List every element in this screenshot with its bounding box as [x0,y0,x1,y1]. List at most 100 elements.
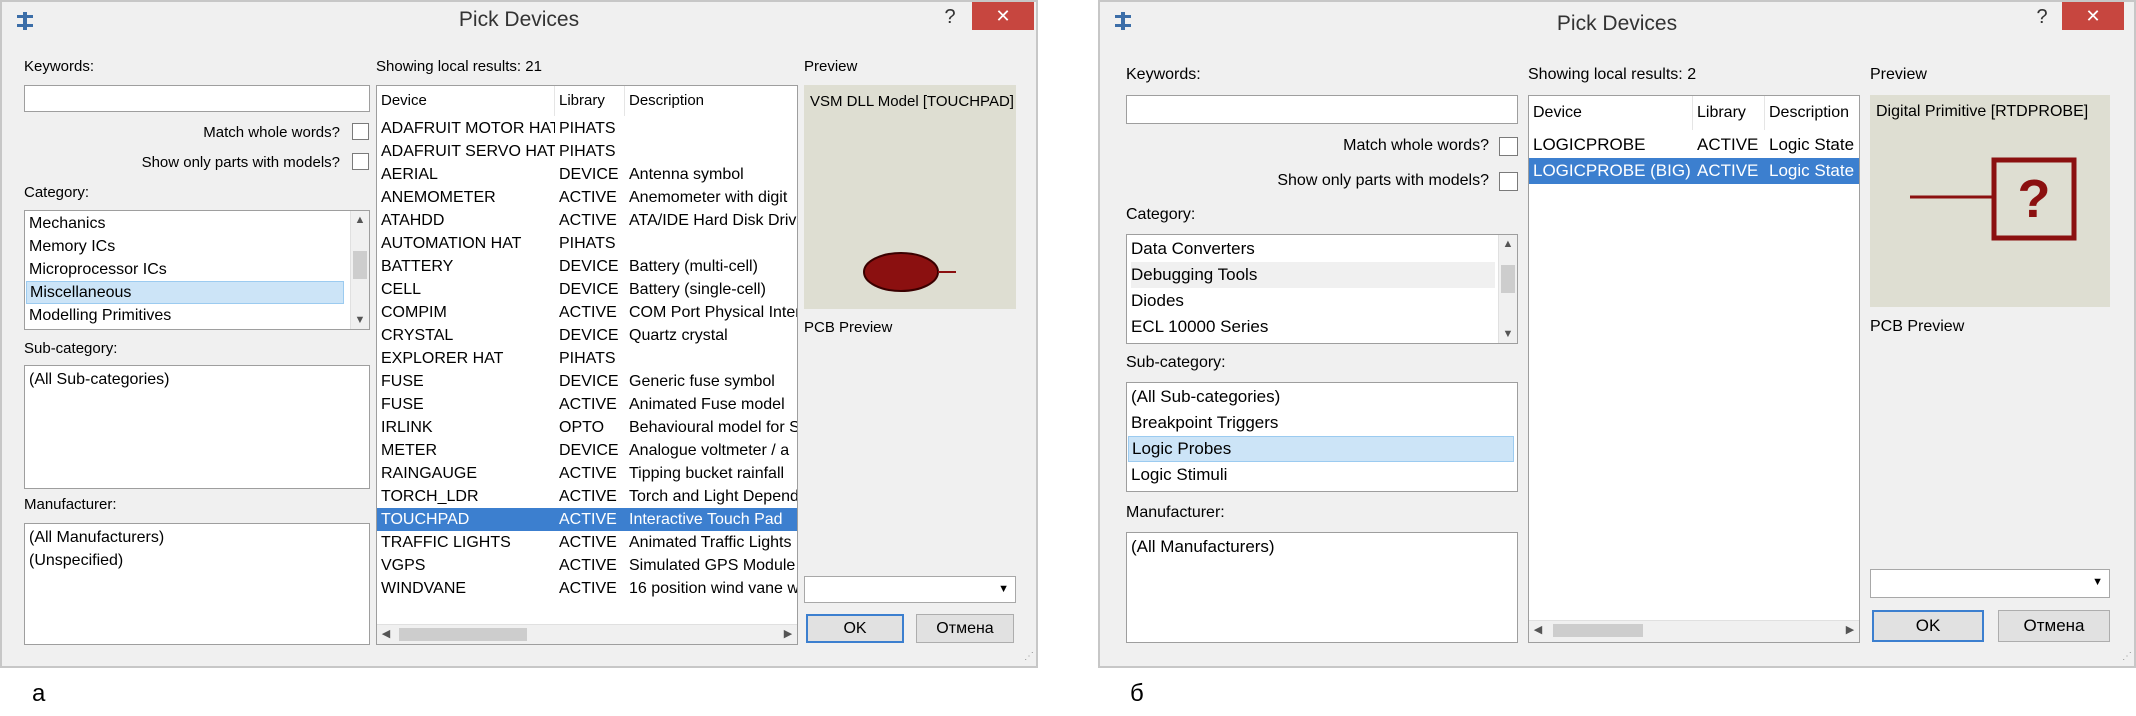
probe-question-mark: ? [2018,169,2051,229]
category-item[interactable]: Modelling Primitives [29,304,171,327]
cell-library: PIHATS [559,350,616,367]
device-results-table[interactable]: Device Library Description LOGICPROBE ACT… [1528,95,1860,643]
category-item[interactable]: Mechanics [29,212,105,235]
show-only-models-checkbox[interactable] [1499,172,1518,191]
subcategory-list[interactable]: (All Sub-categories) [24,365,370,489]
device-row[interactable]: VGPS ACTIVE Simulated GPS Module [377,554,797,577]
category-list[interactable]: Mechanics Memory ICs Microprocessor ICs … [24,210,370,330]
category-list[interactable]: Data Converters Debugging Tools Diodes E… [1126,234,1518,344]
subcategory-item[interactable]: Breakpoint Triggers [1131,410,1278,436]
subcategory-list[interactable]: (All Sub-categories) Breakpoint Triggers… [1126,382,1518,492]
scroll-left-icon[interactable]: ◀ [1529,621,1547,640]
category-item[interactable]: Debugging Tools [1131,262,1495,288]
category-item[interactable]: Microprocessor ICs [29,258,167,281]
device-row[interactable]: COMPIM ACTIVE COM Port Physical Inter [377,301,797,324]
resize-grip-icon[interactable]: ⋰ [1024,651,1034,662]
device-row-selected[interactable]: TOUCHPAD ACTIVE Interactive Touch Pad [377,508,797,531]
device-row[interactable]: AUTOMATION HAT PIHATS [377,232,797,255]
close-button[interactable]: ✕ [2062,2,2124,30]
ok-button[interactable]: OK [1872,610,1984,642]
category-scrollbar[interactable]: ▲ ▼ [350,211,369,329]
match-whole-words-checkbox[interactable] [1499,137,1518,156]
device-row[interactable]: WINDVANE ACTIVE 16 position wind vane w [377,577,797,600]
scroll-thumb[interactable] [1501,265,1515,293]
keywords-label: Keywords: [24,58,95,75]
manufacturer-list[interactable]: (All Manufacturers) [1126,532,1518,643]
scroll-thumb[interactable] [399,628,527,641]
category-item[interactable]: Data Converters [1131,236,1255,262]
column-header-description[interactable]: Description [625,86,797,116]
cell-library: DEVICE [559,281,619,298]
device-row[interactable]: EXPLORER HAT PIHATS [377,347,797,370]
subcategory-item[interactable]: (All Sub-categories) [1131,384,1280,410]
device-row[interactable]: METER DEVICE Analogue voltmeter / a [377,439,797,462]
touchpad-symbol-icon [863,252,956,292]
keywords-input[interactable] [1126,95,1518,124]
scroll-down-icon[interactable]: ▼ [1499,325,1517,343]
cell-description: 16 position wind vane w [629,580,798,597]
device-row[interactable]: LOGICPROBE ACTIVE Logic State [1529,132,1859,158]
manufacturer-list[interactable]: (All Manufacturers) (Unspecified) [24,523,370,645]
resize-grip-icon[interactable]: ⋰ [2122,651,2132,662]
match-whole-words-checkbox[interactable] [352,123,369,140]
category-item[interactable]: Memory ICs [29,235,115,258]
device-row[interactable]: ADAFRUIT SERVO HAT PIHATS [377,140,797,163]
device-row[interactable]: FUSE ACTIVE Animated Fuse model [377,393,797,416]
manufacturer-item[interactable]: (Unspecified) [29,549,123,572]
device-row[interactable]: ADAFRUIT MOTOR HAT PIHATS [377,117,797,140]
package-select[interactable]: ▼ [804,576,1016,603]
close-button[interactable]: ✕ [972,2,1034,30]
column-header-description[interactable]: Description [1765,96,1859,130]
help-button[interactable]: ? [2026,4,2058,30]
cell-description: Generic fuse symbol [629,373,775,390]
device-row[interactable]: BATTERY DEVICE Battery (multi-cell) [377,255,797,278]
scroll-down-icon[interactable]: ▼ [351,311,369,329]
device-results-table[interactable]: Device Library Description ADAFRUIT MOTO… [376,85,798,645]
category-scrollbar[interactable]: ▲ ▼ [1498,235,1517,343]
column-header-device[interactable]: Device [1529,96,1693,130]
subcategory-item-selected[interactable]: Logic Probes [1128,436,1514,462]
device-row[interactable]: ATAHDD ACTIVE ATA/IDE Hard Disk Drive [377,209,797,232]
device-row[interactable]: FUSE DEVICE Generic fuse symbol [377,370,797,393]
scroll-thumb[interactable] [1553,624,1643,637]
keywords-input[interactable] [24,85,370,112]
device-row[interactable]: CRYSTAL DEVICE Quartz crystal [377,324,797,347]
subcategory-item[interactable]: (All Sub-categories) [29,368,170,391]
device-row[interactable]: CELL DEVICE Battery (single-cell) [377,278,797,301]
column-header-library[interactable]: Library [555,86,625,116]
show-only-models-checkbox[interactable] [352,153,369,170]
device-row[interactable]: ANEMOMETER ACTIVE Anemometer with digit [377,186,797,209]
cancel-button[interactable]: Отмена [1998,610,2110,642]
scroll-right-icon[interactable]: ▶ [1841,621,1859,640]
column-header-library[interactable]: Library [1693,96,1765,130]
device-row-selected[interactable]: LOGICPROBE (BIG) ACTIVE Logic State [1529,158,1859,184]
cell-device: METER [381,442,437,459]
column-header-device[interactable]: Device [377,86,555,116]
scroll-left-icon[interactable]: ◀ [377,625,395,644]
results-horizontal-scrollbar[interactable]: ◀ ▶ [1529,620,1859,642]
device-row[interactable]: IRLINK OPTO Behavioural model for S [377,416,797,439]
cancel-button[interactable]: Отмена [916,614,1014,643]
subcategory-label: Sub-category: [1126,354,1226,371]
device-row[interactable]: TRAFFIC LIGHTS ACTIVE Animated Traffic Lig… [377,531,797,554]
device-row[interactable]: TORCH_LDR ACTIVE Torch and Light Depend [377,485,797,508]
category-item-selected[interactable]: Miscellaneous [26,281,344,304]
cell-device: CELL [381,281,422,298]
cell-device: ADAFRUIT SERVO HAT [381,143,555,160]
subcategory-item[interactable]: Logic Stimuli [1131,462,1227,488]
help-button[interactable]: ? [934,4,966,30]
device-row[interactable]: AERIAL DEVICE Antenna symbol [377,163,797,186]
device-row[interactable]: RAINGAUGE ACTIVE Tipping bucket rainfall [377,462,797,485]
scroll-thumb[interactable] [353,251,367,279]
package-select[interactable]: ▼ [1870,569,2110,598]
scroll-up-icon[interactable]: ▲ [1499,235,1517,253]
ok-button[interactable]: OK [806,614,904,643]
category-item[interactable]: Diodes [1131,288,1184,314]
scroll-up-icon[interactable]: ▲ [351,211,369,229]
results-horizontal-scrollbar[interactable]: ◀ ▶ [377,624,797,644]
preview-model-title: Digital Primitive [RTDPROBE] [1876,103,2089,120]
manufacturer-item[interactable]: (All Manufacturers) [29,526,164,549]
scroll-right-icon[interactable]: ▶ [779,625,797,644]
manufacturer-item[interactable]: (All Manufacturers) [1131,534,1275,560]
category-item[interactable]: ECL 10000 Series [1131,314,1268,340]
